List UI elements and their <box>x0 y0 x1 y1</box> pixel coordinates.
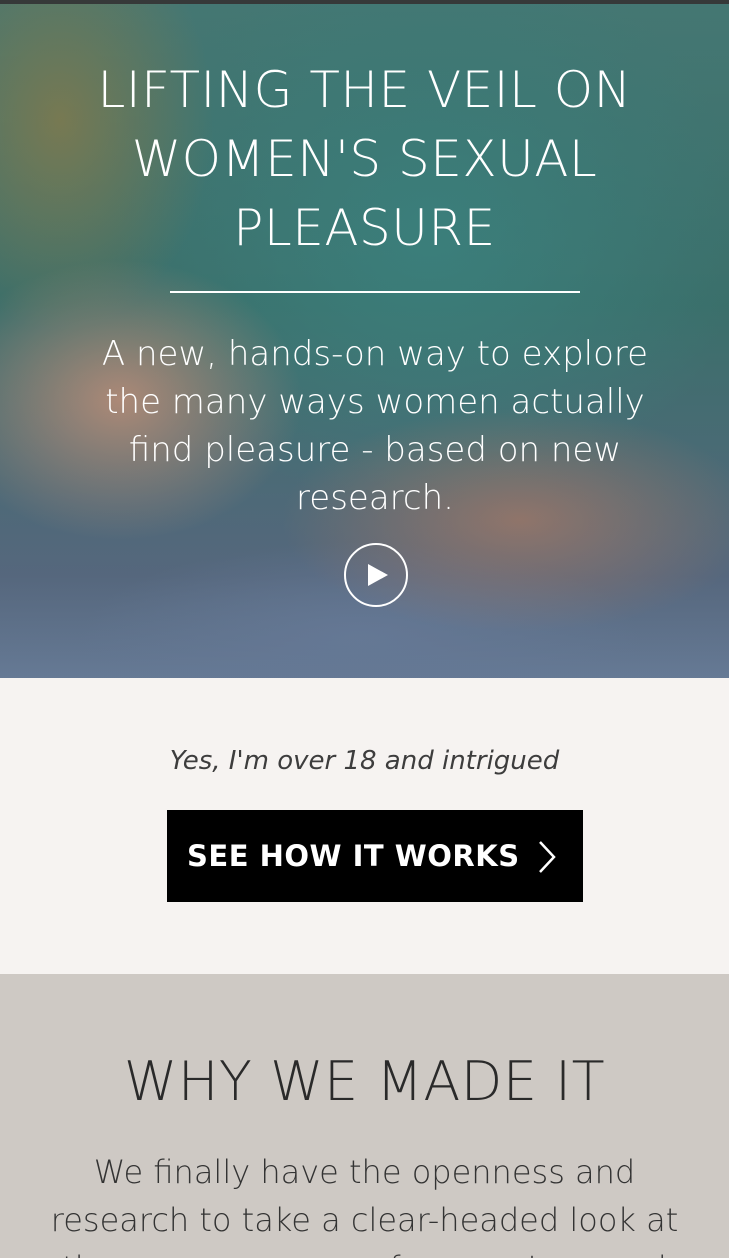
hero-subtitle: A new, hands-on way to explore the many … <box>101 334 649 518</box>
play-icon <box>368 564 388 586</box>
see-how-it-works-button[interactable]: SEE HOW IT WORKS <box>167 810 583 902</box>
why-we-made-it-section: WHY WE MADE IT We finally have the openn… <box>0 974 729 1258</box>
age-confirmation-text: Yes, I'm over 18 and intrigued <box>169 746 560 776</box>
why-body-text: We finally have the openness and researc… <box>50 1153 679 1258</box>
age-confirmation-section: Yes, I'm over 18 and intrigued SEE HOW I… <box>0 678 729 974</box>
play-video-button[interactable] <box>344 543 408 607</box>
page: LIFTING THE VEIL ON WOMEN'S SEXUAL PLEAS… <box>0 0 729 1258</box>
see-how-it-works-label: SEE HOW IT WORKS <box>187 839 520 873</box>
hero-section: LIFTING THE VEIL ON WOMEN'S SEXUAL PLEAS… <box>0 0 729 678</box>
why-heading: WHY WE MADE IT <box>123 1050 606 1113</box>
hero-title: LIFTING THE VEIL ON WOMEN'S SEXUAL PLEAS… <box>97 61 632 257</box>
hero-divider <box>170 291 580 293</box>
chevron-right-icon <box>539 841 556 873</box>
